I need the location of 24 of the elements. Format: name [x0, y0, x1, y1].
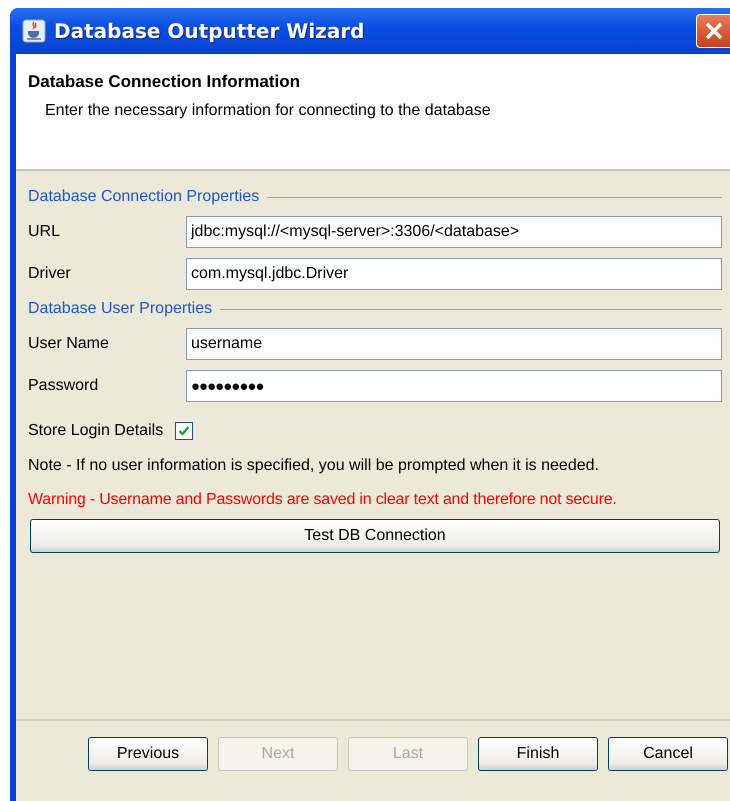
checkbox-label: Store Login Details [28, 422, 164, 440]
field-label: Driver [28, 265, 72, 283]
field-label: URL [28, 223, 62, 241]
section-title: Database Connection Properties [28, 188, 260, 206]
test-connection-button[interactable]: Test DB Connection [30, 519, 720, 553]
warning-text: Warning - Username and Passwords are saved in clear text and therefore not secure. [28, 491, 618, 509]
note-text: Note - If no user information is specified, you will be prompted when it is needed. [28, 457, 600, 475]
header-subtitle: Enter the necessary information for connecting to the database [45, 102, 492, 120]
wizard-button[interactable]: Previous [88, 737, 208, 771]
checkmark-icon [178, 425, 190, 437]
text-field[interactable]: com.mysql.jdbc.Driver [186, 258, 722, 290]
wizard-button[interactable]: Finish [478, 737, 598, 771]
wizard-button[interactable]: Cancel [608, 737, 728, 771]
password-field[interactable]: ●●●●●●●●● [186, 370, 722, 402]
field-label: User Name [28, 335, 110, 353]
close-icon [704, 21, 724, 41]
header-title: Database Connection Information [28, 72, 302, 92]
section-title: Database User Properties [28, 300, 212, 318]
coffee-cup-icon [22, 19, 46, 43]
close-button[interactable] [696, 14, 730, 48]
window-title: Database Outputter Wizard [54, 19, 364, 43]
checkbox[interactable] [175, 422, 194, 440]
field-label: Password [28, 377, 100, 395]
text-field[interactable]: username [186, 328, 722, 360]
